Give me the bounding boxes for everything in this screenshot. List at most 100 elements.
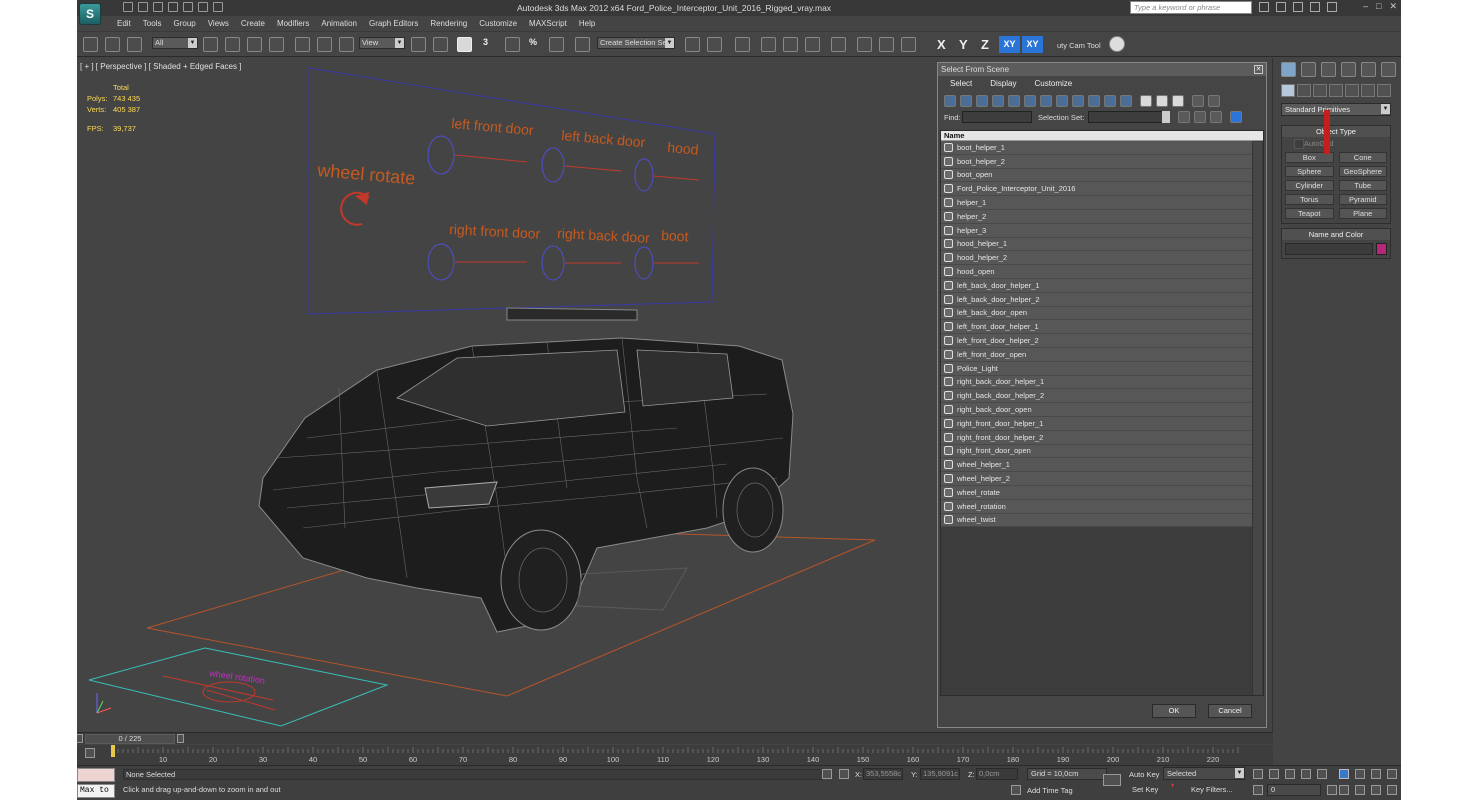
menu-maxscript[interactable]: MAXScript: [523, 18, 573, 30]
list-item[interactable]: left_back_door_helper_2: [941, 292, 1252, 307]
maximize-viewport-icon[interactable]: [1387, 785, 1397, 795]
list-item[interactable]: Ford_Police_Interceptor_Unit_2016: [941, 182, 1252, 197]
rendered-frame-icon[interactable]: [879, 37, 894, 52]
create-tab-icon[interactable]: [1281, 62, 1296, 77]
new-icon[interactable]: [123, 2, 133, 12]
z-coordinate-input[interactable]: 0,0cm: [976, 768, 1018, 780]
filter-bones-icon[interactable]: [1072, 95, 1084, 107]
cone-button[interactable]: Cone: [1338, 152, 1387, 163]
chevron-right-icon[interactable]: [177, 734, 184, 743]
display-tab-icon[interactable]: [1361, 62, 1376, 77]
undo-icon[interactable]: [168, 2, 178, 12]
list-item[interactable]: hood_helper_1: [941, 237, 1252, 252]
object-color-swatch[interactable]: [1376, 243, 1387, 255]
sync-icon[interactable]: [1210, 111, 1222, 123]
filter-spacewarps-icon[interactable]: [1024, 95, 1036, 107]
window-icon[interactable]: [213, 2, 223, 12]
spacewarps-category-icon[interactable]: [1361, 84, 1375, 97]
search-input[interactable]: Type a keyword or phrase: [1130, 1, 1252, 14]
select-none-icon[interactable]: [1156, 95, 1168, 107]
filter-cameras-icon[interactable]: [992, 95, 1004, 107]
percent-snap-toggle[interactable]: %: [529, 37, 537, 47]
list-item[interactable]: helper_2: [941, 209, 1252, 224]
list-item[interactable]: left_front_door_helper_2: [941, 334, 1252, 348]
filter-helpers-icon[interactable]: [1008, 95, 1020, 107]
sort-icon[interactable]: [1194, 111, 1206, 123]
menu-customize[interactable]: Customize: [473, 18, 523, 30]
list-item[interactable]: boot_helper_1: [941, 141, 1252, 155]
go-to-start-icon[interactable]: [1253, 769, 1263, 779]
list-item[interactable]: left_front_door_helper_1: [941, 320, 1252, 335]
save-icon[interactable]: [153, 2, 163, 12]
key-icon[interactable]: [1103, 774, 1121, 786]
selection-set-dropdown[interactable]: [1088, 111, 1170, 123]
select-by-name-icon[interactable]: [225, 37, 240, 52]
torus-button[interactable]: Torus: [1285, 194, 1334, 205]
filter-geometry-icon[interactable]: [944, 95, 956, 107]
geosphere-button[interactable]: GeoSphere: [1338, 166, 1387, 177]
hierarchy-icon[interactable]: [1178, 111, 1190, 123]
list-item[interactable]: right_back_door_open: [941, 403, 1252, 417]
render-production-icon[interactable]: [901, 37, 916, 52]
filter-hidden-icon[interactable]: [1120, 95, 1132, 107]
selection-filter-dropdown[interactable]: All ▼: [152, 37, 198, 49]
find-input[interactable]: [962, 111, 1032, 123]
key-mode-dropdown[interactable]: Selected ▼: [1163, 767, 1245, 780]
add-time-tag-button[interactable]: Add Time Tag: [1027, 786, 1073, 795]
list-item[interactable]: wheel_helper_2: [941, 472, 1252, 486]
utilities-tab-icon[interactable]: [1381, 62, 1396, 77]
dialog-menu-select[interactable]: Select: [950, 79, 972, 92]
snap-toggle[interactable]: 3: [483, 37, 488, 47]
help-icon[interactable]: [1327, 2, 1337, 12]
menu-graph-editors[interactable]: Graph Editors: [363, 18, 424, 30]
motion-tab-icon[interactable]: [1341, 62, 1356, 77]
geometry-category-icon[interactable]: [1281, 84, 1295, 97]
unlink-icon[interactable]: [105, 37, 120, 52]
ok-button[interactable]: OK: [1152, 704, 1196, 718]
mini-curve-editor-icon[interactable]: [85, 748, 95, 758]
align-icon[interactable]: [707, 37, 722, 52]
maximize-icon[interactable]: □: [1376, 1, 1381, 12]
dialog-title-bar[interactable]: Select From Scene ✕: [938, 63, 1266, 76]
key-filters-button[interactable]: Key Filters...: [1191, 785, 1233, 794]
camera-tool-label[interactable]: uty Cam Tool: [1057, 41, 1101, 50]
plane-button[interactable]: Plane: [1338, 208, 1387, 219]
close-icon[interactable]: ✕: [1389, 1, 1397, 12]
list-item[interactable]: Police_Light: [941, 361, 1252, 376]
filter-shapes-icon[interactable]: [960, 95, 972, 107]
list-item[interactable]: helper_1: [941, 196, 1252, 210]
axis-xy-cycle-button[interactable]: XY: [1022, 36, 1043, 53]
manipulate-icon[interactable]: [457, 37, 472, 52]
list-item[interactable]: right_back_door_helper_1: [941, 375, 1252, 390]
layer-manager-icon[interactable]: [735, 37, 750, 52]
teapot-button[interactable]: Teapot: [1285, 208, 1334, 219]
render-setup-icon[interactable]: [857, 37, 872, 52]
shapes-category-icon[interactable]: [1297, 84, 1311, 97]
object-name-input[interactable]: [1285, 243, 1373, 255]
list-item[interactable]: wheel_rotate: [941, 485, 1252, 500]
track-bar[interactable]: 10 20 30 40 50 60 70 80 90 100 110 120 130 140 150 160 1…: [77, 745, 1273, 765]
scale-icon[interactable]: [339, 37, 354, 52]
mirror-select-icon[interactable]: [433, 37, 448, 52]
go-to-end-icon[interactable]: [1317, 769, 1327, 779]
select-all-icon[interactable]: [1140, 95, 1152, 107]
filter-groups-icon[interactable]: [1040, 95, 1052, 107]
zoom-extents-icon[interactable]: [1371, 769, 1381, 779]
key-filter-icon[interactable]: ❜: [1171, 784, 1181, 795]
redo-icon[interactable]: [183, 2, 193, 12]
cancel-button[interactable]: Cancel: [1208, 704, 1252, 718]
project-icon[interactable]: [198, 2, 208, 12]
favorites-icon[interactable]: [1310, 2, 1320, 12]
lock-icon[interactable]: [822, 769, 832, 779]
list-item[interactable]: left_front_door_open: [941, 347, 1252, 362]
select-object-icon[interactable]: [203, 37, 218, 52]
list-item[interactable]: right_front_door_helper_2: [941, 430, 1252, 445]
name-color-title[interactable]: Name and Color: [1282, 229, 1390, 240]
menu-create[interactable]: Create: [235, 18, 271, 30]
list-item[interactable]: right_back_door_helper_2: [941, 389, 1252, 404]
orbit-icon[interactable]: [1371, 785, 1381, 795]
time-configuration-icon[interactable]: [1327, 785, 1337, 795]
spinner-snap-icon[interactable]: [549, 37, 564, 52]
list-item[interactable]: right_front_door_open: [941, 444, 1252, 459]
menu-views[interactable]: Views: [202, 18, 235, 30]
